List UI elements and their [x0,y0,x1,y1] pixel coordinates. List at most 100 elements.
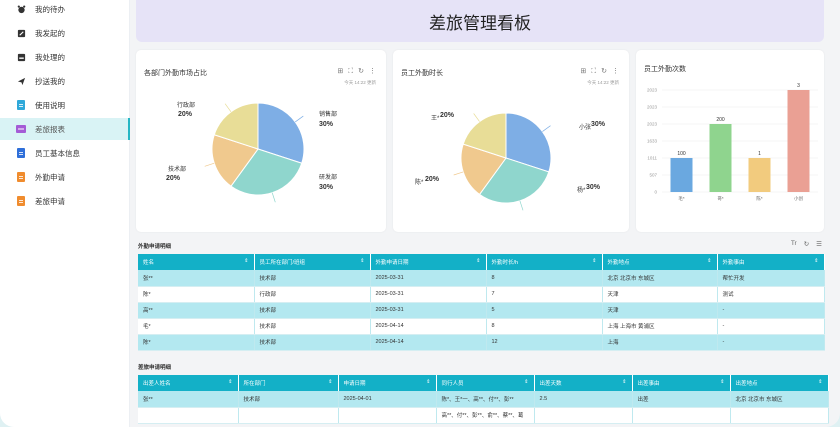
column-header[interactable]: 出差天数 ⇕ [534,375,633,391]
sidebar-item-instructions[interactable]: 使用说明 [0,94,130,116]
sort-icon[interactable]: ⇕ [328,379,332,385]
y-tick-label: 1633 [647,139,658,144]
sidebar-item-travel-request[interactable]: 差旅申请 [0,190,130,212]
pie-leader-line [271,192,276,203]
sort-icon[interactable]: ⇕ [524,379,528,385]
column-header[interactable]: 外勤地点 ⇕ [602,254,718,270]
sidebar-item-field-request[interactable]: 外勤申请 [0,166,130,188]
pie-label: 陈* [415,180,424,186]
sidebar-item-cc[interactable]: 抄送我的 [0,70,130,92]
bar-value-label: 3 [797,83,800,89]
bar[interactable] [670,158,693,192]
inbox-icon [16,52,26,62]
pie-label: 研发部 [319,175,338,181]
sidebar-item-handled[interactable]: 我处理的 [0,46,130,68]
column-header[interactable]: 申请日期 ⇕ [338,375,437,391]
sidebar-item-label: 我发起的 [35,28,65,38]
table-cell: 5 [486,302,603,319]
refresh-icon[interactable]: ↻ [804,240,809,248]
pie-pct-label: 30% [319,184,334,191]
sort-icon[interactable]: ⇕ [360,258,364,264]
column-header-label: 所在部门 [243,381,266,387]
column-header-label: 外勤申请日期 [375,260,409,266]
x-tick-label: 哥* [717,196,723,202]
bar-value-label: 100 [677,151,686,157]
table-cell: 行政部 [254,286,371,303]
x-tick-label: 小创 [794,195,803,202]
table-row[interactable]: 陈* 行政部 2025-03-31 7 天津 测试 [138,286,825,303]
text-size-icon[interactable]: Tr [791,240,797,248]
table-row[interactable]: 毛* 技术部 2025-04-14 8 上海 上海市 黄浦区 - [138,318,825,335]
document-icon [16,148,26,158]
column-header[interactable]: 出差人姓名 ⇕ [138,375,239,391]
sort-icon[interactable]: ⇕ [818,379,822,385]
table-cell [238,407,339,424]
table-cell [534,407,633,424]
y-tick-label: 0 [654,190,657,195]
document-icon [16,172,26,182]
bar[interactable] [748,158,771,192]
table-cell: 技术部 [254,334,371,351]
sort-icon[interactable]: ⇕ [592,258,596,264]
column-header[interactable]: 所在部门 ⇕ [238,375,339,391]
table-cell [730,407,829,424]
sort-icon[interactable]: ⇕ [814,258,818,264]
sort-icon[interactable]: ⇕ [476,258,480,264]
main-content: 差旅管理看板 各部门外勤市场占比 ⊞ ⛶ ↻ ⋮ 今天 14:22 更新 销售部… [130,0,840,427]
pie-leader-line [204,162,215,167]
column-header[interactable]: 员工所在部门/班组 ⇕ [254,254,371,270]
column-header[interactable]: 外勤申请日期 ⇕ [370,254,487,270]
table-row[interactable]: 陈* 技术部 2025-04-14 12 上海 - [138,334,825,351]
table-cell: 上海 上海市 黄浦区 [602,318,718,335]
pie-label: 销售部 [319,112,338,118]
sort-icon[interactable]: ⇕ [622,379,626,385]
table-cell: 陈* [138,286,255,303]
pie-label: 技术部 [168,167,187,173]
table-row[interactable]: 张** 技术部 2025-04-01 陈*、王*一、高**、付**、彭** 2.5 出差北… [138,391,829,408]
column-header-label: 员工所在部门/班组 [259,260,306,266]
table-cell: 2025-04-14 [370,318,487,335]
column-header[interactable]: 外勤事由 ⇕ [717,254,825,270]
x-tick-label: 毛* [678,195,684,201]
sidebar: 我的待办 我发起的 我处理的 抄送我的 使用说明 差旅报表 员工基本信息 外勤申… [0,0,130,427]
sort-icon[interactable]: ⇕ [720,379,724,385]
column-header-label: 姓名 [143,260,155,266]
sort-icon[interactable]: ⇕ [228,379,232,385]
y-tick-label: 2023 [647,105,658,110]
sidebar-item-my-todo[interactable]: 我的待办 [0,0,130,20]
table-cell: 天津 [602,286,718,303]
table-row[interactable]: 高** 技术部 2025-03-31 5 天津 - [138,302,825,319]
pie-leader-line [224,103,232,112]
x-tick-label: 陈* [756,195,762,202]
column-header-label: 申请日期 [343,381,366,387]
pie-chart-hours [453,112,552,211]
bar[interactable] [787,90,810,192]
pie-leader-line [453,171,464,176]
sidebar-item-travel-report[interactable]: 差旅报表 [0,118,130,140]
bar[interactable] [709,124,732,192]
list-icon[interactable]: ☰ [816,240,822,248]
column-header[interactable]: 出差地点 ⇕ [730,375,829,391]
pie-label: 杨* [577,188,586,194]
table-cell: 上海 [602,334,718,351]
table-cell: 7 [486,286,603,303]
table-cell: - [717,334,825,351]
sort-icon[interactable]: ⇕ [707,258,711,264]
field-table-title: 外勤申请明细 [138,244,172,250]
sort-icon[interactable]: ⇕ [244,258,248,264]
sidebar-item-initiated[interactable]: 我发起的 [0,22,130,44]
sidebar-item-employee-info[interactable]: 员工基本信息 [0,142,130,164]
edit-icon [16,28,26,38]
pie-leader-line [542,125,551,132]
table-cell: 天津 [602,302,718,319]
table-row[interactable]: 张** 技术部 2025-03-31 8 北京 北京市 东城区 帮忙开发 [138,270,825,287]
pie-leader-line [519,200,524,211]
sort-icon[interactable]: ⇕ [426,379,430,385]
table-row[interactable]: 高**、付**、彭**、俞**、蔡**、葛 [138,407,829,424]
column-header[interactable]: 同行人员 ⇕ [436,375,535,391]
column-header[interactable]: 姓名 ⇕ [138,254,255,270]
column-header[interactable]: 外勤时长/h ⇕ [486,254,603,270]
bar-value-label: 1 [758,151,761,157]
column-header[interactable]: 出差事由 ⇕ [632,375,731,391]
employee-field-count-card: 员工外勤次数 2023 2023 2023 1633 1011 507 0 100 毛* 200 哥… [636,50,824,232]
